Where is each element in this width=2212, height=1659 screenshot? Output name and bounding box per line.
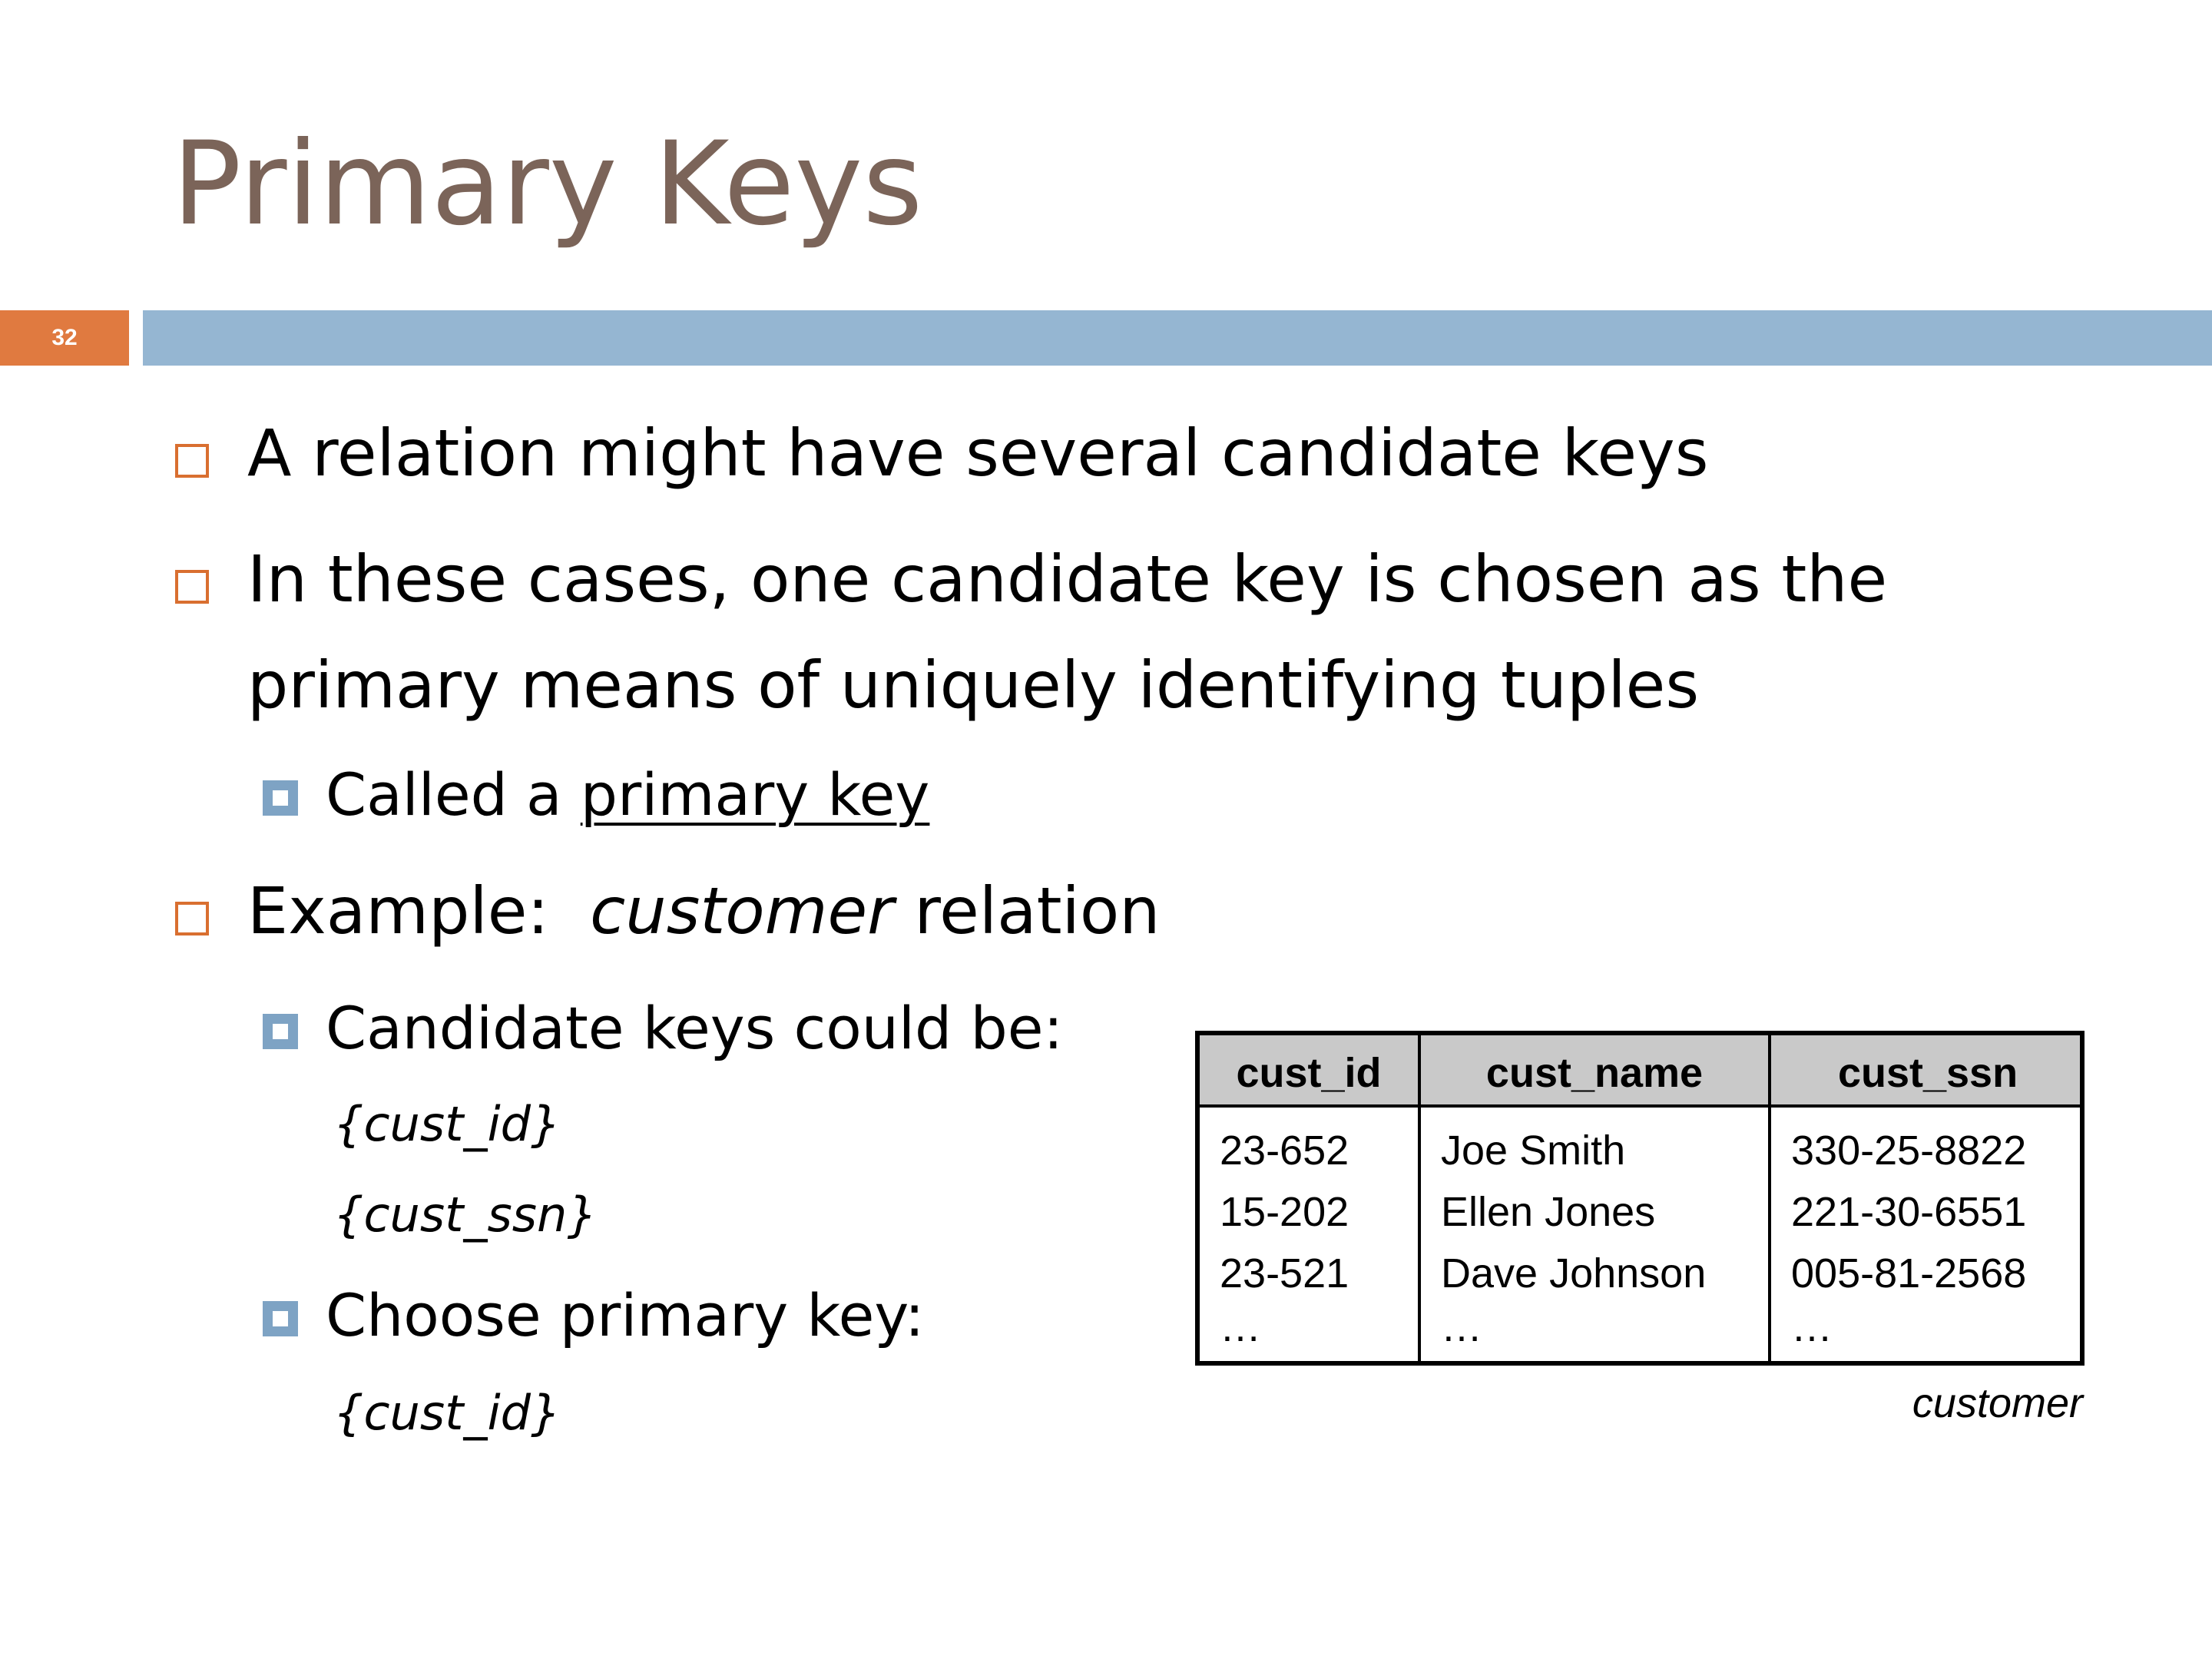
sub-bullet-choose-primary: Choose primary key:: [326, 1281, 925, 1349]
square-bullet-icon: [175, 570, 209, 604]
column-header: cust_ssn: [1837, 1050, 2018, 1096]
table-cell: Joe Smith: [1441, 1128, 1626, 1174]
table-caption: customer: [1912, 1380, 2083, 1426]
sub-bullet-candidate-keys: Candidate keys could be:: [326, 994, 1064, 1062]
table-cell: Ellen Jones: [1441, 1189, 1656, 1235]
filled-square-bullet-icon: [263, 1301, 298, 1336]
table-cell: …: [1220, 1304, 1261, 1350]
bullet-example: Example: customer relation: [247, 873, 1161, 949]
filled-square-bullet-icon: [263, 780, 298, 816]
sub-bullet-prefix: Called a: [326, 760, 581, 829]
primary-key-term: primary key: [580, 760, 930, 829]
primary-key-cust-id: {cust_id}: [333, 1385, 561, 1441]
customer-table: cust_id cust_name cust_ssn 23-652 Joe Sm…: [1195, 1031, 2085, 1366]
table-cell: …: [1441, 1304, 1482, 1350]
example-prefix: Example:: [247, 873, 591, 949]
table-cell: 23-652: [1220, 1128, 1349, 1174]
filled-square-bullet-icon: [263, 1014, 298, 1049]
table-cell: 330-25-8822: [1791, 1128, 2027, 1174]
slide-title: Primary Keys: [172, 118, 923, 251]
example-suffix: relation: [893, 873, 1161, 949]
table-cell: 23-521: [1220, 1250, 1349, 1296]
bullet-chosen-line1: In these cases, one candidate key is cho…: [247, 541, 1888, 617]
candidate-key-cust-ssn: {cust_ssn}: [333, 1187, 598, 1243]
table-cell: 15-202: [1220, 1189, 1349, 1235]
square-bullet-icon: [175, 902, 209, 935]
bullet-chosen-line2: primary means of uniquely identifying tu…: [247, 647, 1700, 723]
candidate-key-cust-id: {cust_id}: [333, 1096, 561, 1152]
slide-number: 32: [0, 310, 129, 366]
square-bullet-icon: [175, 444, 209, 478]
bullet-candidate-keys: A relation might have several candidate …: [247, 416, 1709, 491]
title-divider-bar: [143, 310, 2212, 366]
column-header: cust_name: [1485, 1050, 1704, 1096]
table-cell: 221-30-6551: [1791, 1189, 2027, 1235]
table-cell: Dave Johnson: [1441, 1250, 1707, 1296]
table-cell: …: [1791, 1304, 1833, 1350]
column-header: cust_id: [1236, 1050, 1382, 1096]
table-cell: 005-81-2568: [1791, 1250, 2027, 1296]
example-relation-name: customer: [590, 873, 894, 949]
sub-bullet-primary-key: Called a primary key: [326, 760, 929, 830]
